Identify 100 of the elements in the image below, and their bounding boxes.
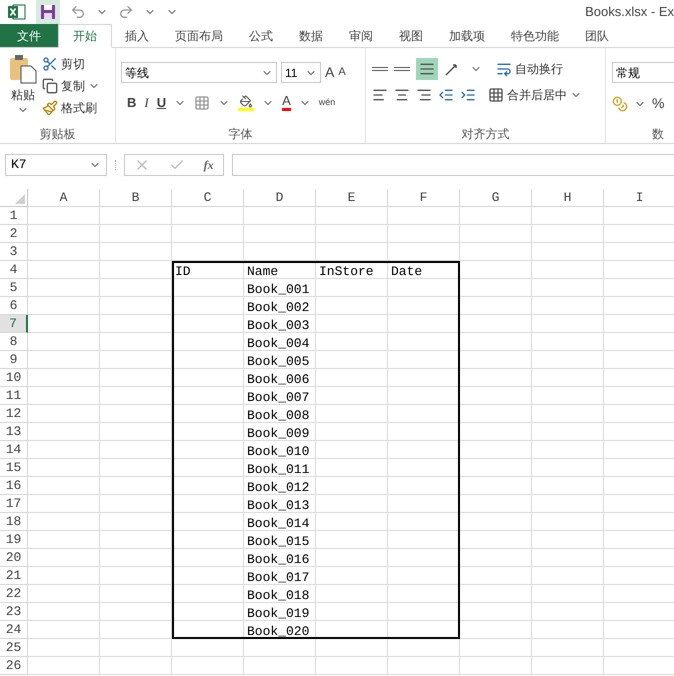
wrap-text-icon <box>496 61 512 77</box>
insert-function-button[interactable]: fx <box>204 156 214 174</box>
row-header[interactable]: 20 <box>0 549 28 567</box>
ribbon-tab[interactable]: 审阅 <box>336 24 386 47</box>
row-header[interactable]: 13 <box>0 423 28 441</box>
column-header[interactable]: H <box>532 189 604 207</box>
row-header[interactable]: 16 <box>0 477 28 495</box>
column-header[interactable]: B <box>100 189 172 207</box>
ribbon-tab[interactable]: 团队 <box>572 24 622 47</box>
align-right-icon[interactable] <box>416 87 432 103</box>
table-cell: Book_007 <box>247 390 310 405</box>
row-header[interactable]: 1 <box>0 207 28 225</box>
ribbon-tab[interactable]: 公式 <box>236 24 286 47</box>
table-cell: Book_011 <box>247 462 310 477</box>
save-icon[interactable] <box>40 4 56 20</box>
italic-button[interactable]: I <box>144 93 149 112</box>
row-header[interactable]: 23 <box>0 603 28 621</box>
column-header[interactable]: D <box>244 189 316 207</box>
row-header[interactable]: 5 <box>0 279 28 297</box>
phonetic-button[interactable]: wén <box>318 96 336 110</box>
column-header[interactable]: G <box>460 189 532 207</box>
align-left-icon[interactable] <box>372 87 388 103</box>
spreadsheet-logo-icon[interactable] <box>8 4 26 20</box>
window-title: Books.xlsx - Ex <box>585 3 674 22</box>
row-header[interactable]: 6 <box>0 297 28 315</box>
row-header[interactable]: 4 <box>0 261 28 279</box>
column-header[interactable]: C <box>172 189 244 207</box>
table-cell: Book_016 <box>247 552 310 567</box>
row-header[interactable]: 8 <box>0 333 28 351</box>
table-cell: Book_014 <box>247 516 310 531</box>
font-color-button[interactable]: A <box>282 94 291 112</box>
row-header[interactable]: 9 <box>0 351 28 369</box>
row-header[interactable]: 19 <box>0 531 28 549</box>
font-name-field[interactable]: 等线 <box>121 62 277 83</box>
row-header[interactable]: 22 <box>0 585 28 603</box>
row-header[interactable]: 18 <box>0 513 28 531</box>
grow-font-button[interactable]: A <box>325 62 334 83</box>
name-box[interactable]: K7 <box>5 154 107 176</box>
table-cell: ID <box>175 264 191 279</box>
row-header[interactable]: 12 <box>0 405 28 423</box>
paste-icon[interactable] <box>8 54 38 84</box>
column-header[interactable]: F <box>388 189 460 207</box>
bold-button[interactable]: B <box>127 93 136 112</box>
column-header[interactable]: A <box>28 189 100 207</box>
scissors-icon <box>42 56 58 72</box>
bottom-align-button[interactable] <box>416 58 438 80</box>
ribbon-tab[interactable]: 加载项 <box>436 24 498 47</box>
number-format-field[interactable]: 常规 <box>612 62 674 83</box>
undo-icon[interactable] <box>70 4 86 20</box>
borders-icon[interactable] <box>194 94 210 111</box>
percent-button[interactable]: % <box>652 93 664 114</box>
table-cell: Book_015 <box>247 534 310 549</box>
ribbon-tab[interactable]: 特色功能 <box>498 24 572 47</box>
row-header[interactable]: 21 <box>0 567 28 585</box>
column-header[interactable]: E <box>316 189 388 207</box>
align-bottom-icon <box>419 61 435 77</box>
formula-input[interactable] <box>232 154 674 176</box>
merge-center-button[interactable]: 合并后居中 <box>488 86 582 104</box>
increase-indent-icon[interactable] <box>460 87 476 103</box>
font-size-field[interactable]: 11 <box>281 62 321 83</box>
row-header[interactable]: 17 <box>0 495 28 513</box>
table-cell: Date <box>391 264 422 279</box>
row-header[interactable]: 10 <box>0 369 28 387</box>
ribbon-tab[interactable]: 页面布局 <box>162 24 236 47</box>
cut-button[interactable]: 剪切 <box>42 54 100 74</box>
fill-bucket-icon[interactable] <box>238 94 254 111</box>
table-cell: Book_017 <box>247 570 310 585</box>
row-header[interactable]: 3 <box>0 243 28 261</box>
group-label: 字体 <box>228 126 254 143</box>
ribbon-tab[interactable]: 视图 <box>386 24 436 47</box>
group-label: 剪贴板 <box>38 126 76 143</box>
row-header[interactable]: 2 <box>0 225 28 243</box>
decrease-indent-icon[interactable] <box>438 87 454 103</box>
table-cell: InStore <box>319 264 374 279</box>
ribbon-tab[interactable]: 数据 <box>286 24 336 47</box>
row-header[interactable]: 14 <box>0 441 28 459</box>
table-cell: Name <box>247 264 278 279</box>
row-header[interactable]: 11 <box>0 387 28 405</box>
table-cell: Book_002 <box>247 300 310 315</box>
row-header[interactable]: 7 <box>0 315 28 333</box>
table-cell: Book_001 <box>247 282 310 297</box>
ribbon-tab[interactable]: 插入 <box>112 24 162 47</box>
align-center-icon[interactable] <box>394 87 410 103</box>
format-painter-button[interactable]: 格式刷 <box>42 98 100 118</box>
row-header[interactable]: 15 <box>0 459 28 477</box>
row-header[interactable]: 25 <box>0 639 28 657</box>
row-header[interactable]: 24 <box>0 621 28 639</box>
table-cell: Book_006 <box>247 372 310 387</box>
file-tab[interactable]: 文件 <box>0 24 58 47</box>
table-cell: Book_008 <box>247 408 310 423</box>
table-cell: Book_012 <box>247 480 310 495</box>
ribbon-tab[interactable]: 开始 <box>58 24 112 48</box>
paste-button[interactable]: 粘贴 <box>11 86 35 104</box>
brush-icon <box>42 100 58 116</box>
underline-button[interactable]: U <box>156 93 166 112</box>
row-header[interactable]: 26 <box>0 657 28 675</box>
wrap-text-button[interactable]: 自动换行 <box>496 60 563 78</box>
shrink-font-button[interactable]: A <box>338 64 346 81</box>
copy-button[interactable]: 复制 <box>42 76 100 96</box>
redo-icon[interactable] <box>118 4 134 20</box>
